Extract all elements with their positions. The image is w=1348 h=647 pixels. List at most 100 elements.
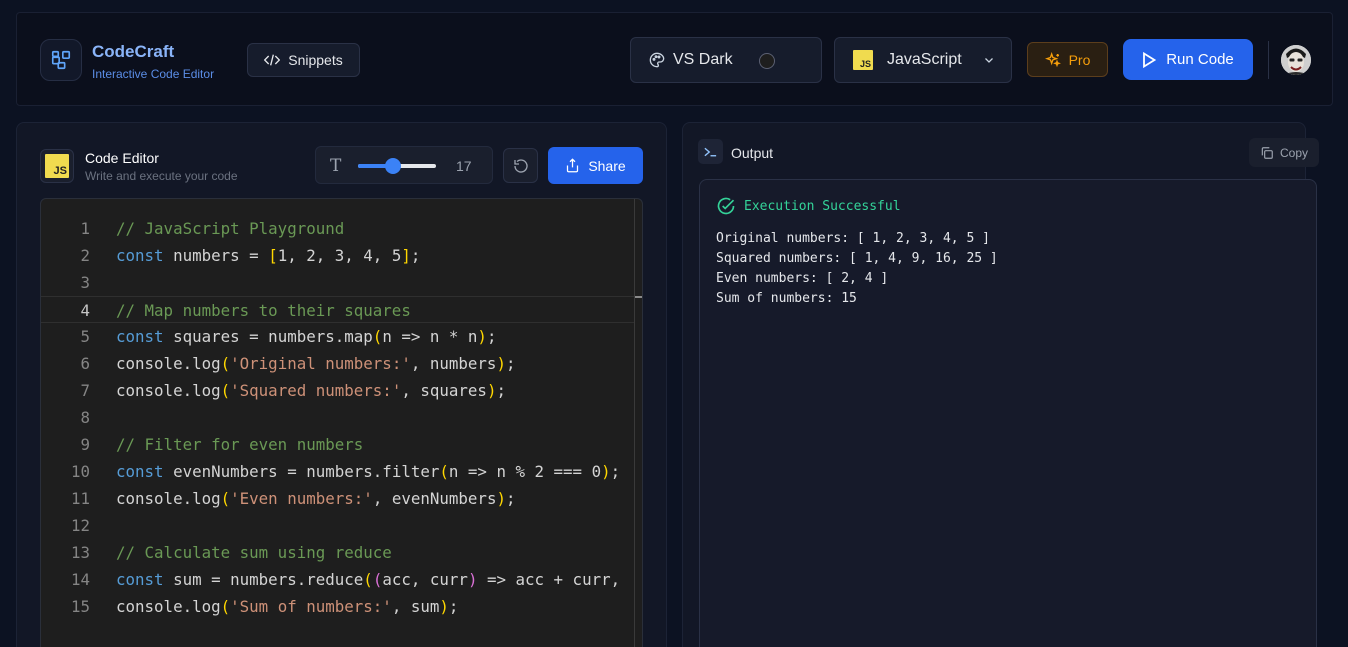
line-number: 8 — [80, 408, 90, 427]
code-token: n => n % — [448, 462, 535, 481]
logo-icon[interactable] — [40, 39, 82, 81]
code-icon — [264, 54, 281, 66]
copy-label: Copy — [1279, 145, 1308, 160]
editor-scrollbar[interactable] — [634, 199, 635, 647]
avatar[interactable] — [1281, 45, 1311, 75]
code-line[interactable]: 13 // Calculate sum using reduce — [41, 539, 634, 566]
line-number: 9 — [80, 435, 90, 454]
snippets-label: Snippets — [288, 52, 343, 68]
code-text: // Calculate sum using reduce — [116, 539, 392, 566]
code-text: console.log('Original numbers:', numbers… — [116, 350, 515, 377]
reset-icon — [513, 158, 528, 173]
code-token: ( — [220, 381, 231, 400]
code-line[interactable]: 9 // Filter for even numbers — [41, 431, 634, 458]
code-token: => acc + curr, — [477, 570, 621, 589]
execution-status-text: Execution Successful — [744, 198, 901, 214]
code-text: const evenNumbers = numbers.filter(n => … — [116, 458, 620, 485]
line-number: 7 — [80, 381, 90, 400]
run-code-button[interactable]: Run Code — [1123, 39, 1253, 80]
sparkles-icon — [1044, 51, 1061, 67]
javascript-icon: JS — [853, 50, 873, 70]
code-line[interactable]: 10 const evenNumbers = numbers.filter(n =… — [41, 458, 634, 485]
code-token: console.log — [116, 354, 221, 373]
code-text: // Filter for even numbers — [116, 431, 363, 458]
brand-subtitle: Interactive Code Editor — [92, 67, 215, 81]
output-title: Output — [731, 145, 774, 161]
line-number: 14 — [70, 570, 90, 589]
code-token: const — [116, 570, 164, 589]
language-select[interactable]: JS JavaScript — [834, 37, 1012, 83]
code-token: ) — [439, 597, 449, 616]
code-token: 0 — [591, 462, 602, 481]
font-size-value: 17 — [456, 158, 472, 174]
app-header: CodeCraft Interactive Code Editor Snippe… — [16, 12, 1333, 106]
font-size-slider[interactable] — [358, 158, 436, 174]
code-token: ( — [220, 489, 231, 508]
code-token: numbers = — [163, 246, 269, 265]
code-token: // JavaScript Playground — [116, 219, 345, 238]
slider-thumb[interactable] — [385, 158, 402, 174]
scrollbar-marker — [635, 296, 642, 298]
output-console: Execution Successful Original numbers: [… — [699, 179, 1317, 647]
code-line[interactable]: 4 // Map numbers to their squares — [41, 296, 634, 323]
code-token: // Filter for even numbers — [116, 435, 364, 454]
code-token: sum = numbers.reduce — [163, 570, 364, 589]
line-number: 11 — [70, 489, 90, 508]
code-line[interactable]: 14 const sum = numbers.reduce((acc, curr)… — [41, 566, 634, 593]
code-text: const sum = numbers.reduce((acc, curr) =… — [116, 566, 620, 593]
code-token: ( — [363, 570, 373, 589]
code-token: console.log — [116, 597, 221, 616]
copy-button[interactable]: Copy — [1249, 138, 1319, 167]
line-number: 1 — [80, 219, 90, 238]
code-token: ( — [220, 597, 231, 616]
code-token: 'Even numbers:' — [230, 489, 373, 508]
copy-icon — [1261, 146, 1273, 159]
code-token: // Map numbers to their squares — [116, 301, 411, 320]
code-line[interactable]: 12 — [41, 512, 634, 539]
share-label: Share — [588, 157, 626, 174]
language-label: JavaScript — [887, 51, 962, 68]
snippets-button[interactable]: Snippets — [247, 43, 360, 77]
line-number: 15 — [70, 597, 90, 616]
javascript-icon: JS — [45, 154, 69, 178]
pro-button[interactable]: Pro — [1027, 42, 1108, 77]
code-line[interactable]: 3 — [41, 269, 634, 296]
code-token: ; — [496, 381, 506, 400]
code-token: evenNumbers = numbers.filter — [163, 462, 440, 481]
type-icon: T — [330, 156, 342, 176]
editor-title: Code Editor — [85, 150, 159, 166]
reset-button[interactable] — [503, 148, 538, 183]
execution-status: Execution Successful — [716, 196, 901, 216]
code-line[interactable]: 1 // JavaScript Playground — [41, 215, 634, 242]
theme-color-swatch — [759, 53, 775, 69]
code-token: [ — [268, 246, 278, 265]
code-token: console.log — [116, 381, 221, 400]
code-token: const — [116, 246, 164, 265]
code-line[interactable]: 6 console.log('Original numbers:', number… — [41, 350, 634, 377]
code-token: console.log — [116, 489, 221, 508]
code-token: ) — [477, 327, 487, 346]
code-token: ; — [486, 327, 497, 346]
output-line: Even numbers: [ 2, 4 ] — [716, 271, 889, 286]
code-token: ; — [610, 462, 621, 481]
code-line[interactable]: 2 const numbers = [1, 2, 3, 4, 5]; — [41, 242, 634, 269]
code-line[interactable]: 15 console.log('Sum of numbers:', sum); — [41, 593, 634, 620]
code-editor[interactable]: 1 // JavaScript Playground 2 const numbers … — [40, 198, 643, 647]
code-text: // JavaScript Playground — [116, 215, 344, 242]
code-token: 'Sum of numbers:' — [230, 597, 392, 616]
code-line[interactable]: 8 — [41, 404, 634, 431]
line-number: 4 — [80, 301, 90, 320]
code-line[interactable]: 5 const squares = numbers.map(n => n * n)… — [41, 323, 634, 350]
code-token: , squares — [401, 381, 487, 400]
share-button[interactable]: Share — [548, 147, 643, 184]
brand-name: CodeCraft — [92, 42, 175, 61]
code-token: ; — [505, 354, 516, 373]
line-number: 10 — [70, 462, 90, 481]
check-circle-icon — [717, 197, 735, 215]
code-line[interactable]: 11 console.log('Even numbers:', evenNumbe… — [41, 485, 634, 512]
code-line[interactable]: 7 console.log('Squared numbers:', squares… — [41, 377, 634, 404]
code-text: console.log('Squared numbers:', squares)… — [116, 377, 506, 404]
output-panel: Output Copy Execution Successful Origina… — [682, 122, 1319, 647]
pro-label: Pro — [1068, 51, 1091, 68]
theme-select[interactable]: VS Dark — [630, 37, 822, 83]
